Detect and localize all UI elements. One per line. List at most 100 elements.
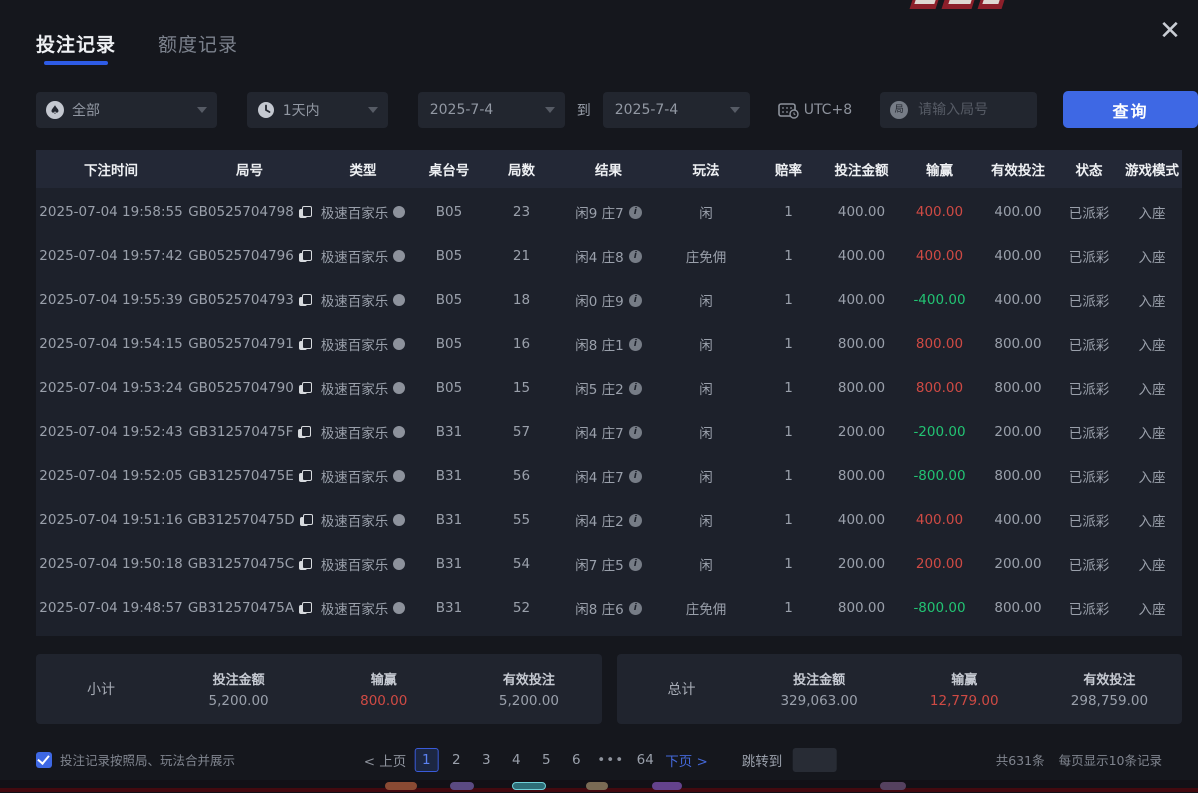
page-number[interactable]: 4 [504, 748, 528, 772]
cell-valid: 800.00 [980, 380, 1056, 396]
cell-result: 闲8 庄6i [558, 598, 659, 618]
info-dot-icon[interactable] [393, 250, 405, 262]
cell-play: 闲 [659, 290, 753, 310]
copy-icon[interactable] [299, 294, 311, 307]
page-number[interactable]: 5 [534, 748, 558, 772]
page-number[interactable]: 3 [474, 748, 498, 772]
info-icon[interactable]: i [629, 294, 642, 307]
page-number[interactable]: 1 [414, 748, 438, 772]
date-to-picker[interactable]: 2025-7-4 [603, 92, 750, 128]
tab-1[interactable]: 额度记录 [158, 30, 238, 65]
cell-time: 2025-07-04 19:57:42 [36, 248, 186, 264]
jump-page-input[interactable] [792, 748, 836, 772]
merge-checkbox[interactable] [36, 752, 52, 768]
cell-table: B05 [413, 204, 485, 220]
info-dot-icon[interactable] [393, 426, 405, 438]
cell-table: B31 [413, 424, 485, 440]
round-number-input[interactable] [916, 101, 1026, 119]
cell-odds: 1 [753, 512, 824, 528]
info-dot-icon[interactable] [393, 602, 405, 614]
info-dot-icon[interactable] [393, 294, 405, 306]
cell-status: 已派彩 [1056, 246, 1122, 266]
cell-round: GB0525704791 [186, 336, 313, 352]
info-dot-icon[interactable] [393, 206, 405, 218]
copy-icon[interactable] [299, 250, 311, 263]
cell-mode: 入座 [1122, 290, 1182, 310]
spade-icon: ♠ [46, 101, 64, 119]
cell-winloss: 400.00 [899, 512, 980, 528]
cell-table: B31 [413, 468, 485, 484]
cell-bet: 800.00 [824, 380, 899, 396]
copy-icon[interactable] [299, 470, 311, 483]
pagination-ellipsis[interactable]: ••• [594, 748, 627, 772]
copy-icon[interactable] [299, 602, 311, 615]
cell-games: 21 [485, 248, 558, 264]
info-icon[interactable]: i [629, 470, 642, 483]
jump-to: 跳转到 [742, 748, 837, 772]
table-row: 2025-07-04 19:50:18GB312570475C极速百家乐B315… [36, 542, 1182, 586]
cell-mode: 入座 [1122, 598, 1182, 618]
summary-bars: 小计 投注金额 5,200.00 输赢 800.00 有效投注 5,200.00… [36, 654, 1182, 724]
page-number[interactable]: 6 [564, 748, 588, 772]
column-header: 赔率 [753, 159, 824, 179]
cell-table: B05 [413, 292, 485, 308]
info-icon[interactable]: i [629, 382, 642, 395]
table-row: 2025-07-04 19:53:24GB0525704790极速百家乐B051… [36, 366, 1182, 410]
info-dot-icon[interactable] [393, 514, 405, 526]
copy-icon[interactable] [299, 338, 311, 351]
copy-icon[interactable] [299, 206, 311, 219]
game-type-select[interactable]: ♠ 全部 [36, 92, 217, 128]
cell-type: 极速百家乐 [313, 510, 413, 530]
cell-odds: 1 [753, 556, 824, 572]
table-row: 2025-07-04 19:58:55GB0525704798极速百家乐B052… [36, 190, 1182, 234]
info-icon[interactable]: i [629, 426, 642, 439]
info-dot-icon[interactable] [393, 382, 405, 394]
cell-odds: 1 [753, 336, 824, 352]
copy-icon[interactable] [300, 514, 312, 527]
cell-play: 闲 [659, 378, 753, 398]
info-dot-icon[interactable] [393, 558, 405, 570]
tab-bar: 投注记录 额度记录 [0, 0, 1198, 65]
column-header: 局数 [485, 159, 558, 179]
next-page-button[interactable]: 下页 > [663, 750, 710, 770]
copy-icon[interactable] [299, 558, 311, 571]
info-icon[interactable]: i [629, 514, 642, 527]
cell-status: 已派彩 [1056, 202, 1122, 222]
cell-valid: 800.00 [980, 336, 1056, 352]
info-dot-icon[interactable] [393, 338, 405, 350]
column-header: 类型 [313, 159, 413, 179]
tab-0[interactable]: 投注记录 [36, 30, 116, 65]
cell-games: 16 [485, 336, 558, 352]
info-icon[interactable]: i [629, 338, 642, 351]
info-icon[interactable]: i [629, 558, 642, 571]
column-header: 下注时间 [36, 159, 186, 179]
pagination: < 上页 123456•••64 下页 > 跳转到 [362, 748, 837, 772]
page-number[interactable]: 64 [633, 748, 657, 772]
cell-mode: 入座 [1122, 510, 1182, 530]
cell-odds: 1 [753, 292, 824, 308]
cell-mode: 入座 [1122, 422, 1182, 442]
time-range-select[interactable]: 1天内 [247, 92, 388, 128]
cell-type: 极速百家乐 [313, 598, 413, 618]
close-icon[interactable]: ✕ [1156, 18, 1184, 46]
cell-type: 极速百家乐 [313, 334, 413, 354]
info-icon[interactable]: i [629, 602, 642, 615]
cell-round: GB0525704798 [186, 204, 313, 220]
cell-winloss: 200.00 [899, 556, 980, 572]
cell-result: 闲4 庄7i [558, 422, 659, 442]
prev-page-button[interactable]: < 上页 [362, 750, 409, 770]
cell-mode: 入座 [1122, 334, 1182, 354]
copy-icon[interactable] [299, 382, 311, 395]
cell-winloss: -800.00 [899, 600, 980, 616]
cell-status: 已派彩 [1056, 378, 1122, 398]
page-number[interactable]: 2 [444, 748, 468, 772]
info-icon[interactable]: i [629, 250, 642, 263]
copy-icon[interactable] [298, 426, 310, 439]
date-from-picker[interactable]: 2025-7-4 [418, 92, 565, 128]
query-button[interactable]: 查询 [1063, 91, 1198, 128]
info-dot-icon[interactable] [393, 470, 405, 482]
merge-toggle: 投注记录按照局、玩法合并展示 [36, 750, 235, 769]
column-header: 玩法 [659, 159, 753, 179]
cell-odds: 1 [753, 600, 824, 616]
info-icon[interactable]: i [629, 206, 642, 219]
